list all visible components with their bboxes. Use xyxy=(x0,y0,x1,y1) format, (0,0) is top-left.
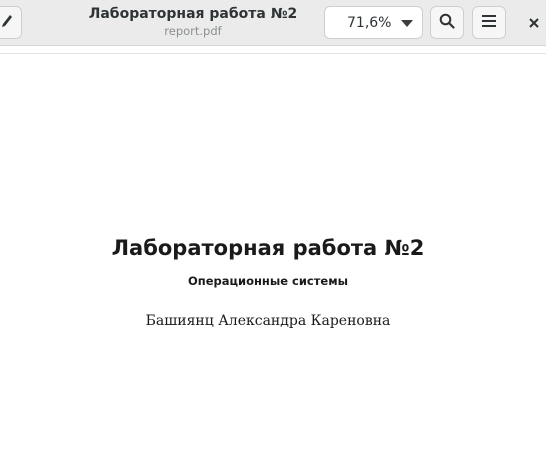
window-subtitle: report.pdf xyxy=(164,24,222,38)
hamburger-menu-icon xyxy=(481,13,497,32)
window-title: Лабораторная работа №2 xyxy=(88,6,298,22)
search-icon xyxy=(439,13,455,33)
page-top-edge xyxy=(0,53,546,54)
header-bar: Лабораторная работа №2 report.pdf 71,6% xyxy=(0,0,546,46)
document-title: Лабораторная работа №2 xyxy=(111,236,425,260)
zoom-dropdown[interactable]: 71,6% xyxy=(324,6,423,39)
chevron-down-icon xyxy=(401,20,413,27)
close-button[interactable] xyxy=(522,6,546,39)
edit-button[interactable] xyxy=(0,6,22,39)
zoom-value: 71,6% xyxy=(347,15,392,31)
title-block: Лабораторная работа №2 report.pdf xyxy=(88,5,298,39)
search-button[interactable] xyxy=(430,6,464,39)
main-menu-button[interactable] xyxy=(472,6,506,39)
pencil-icon xyxy=(1,13,13,32)
document-subtitle: Операционные системы xyxy=(187,274,349,288)
close-icon xyxy=(529,13,539,32)
document-author: Башиянц Александра Кареновна xyxy=(145,313,391,329)
